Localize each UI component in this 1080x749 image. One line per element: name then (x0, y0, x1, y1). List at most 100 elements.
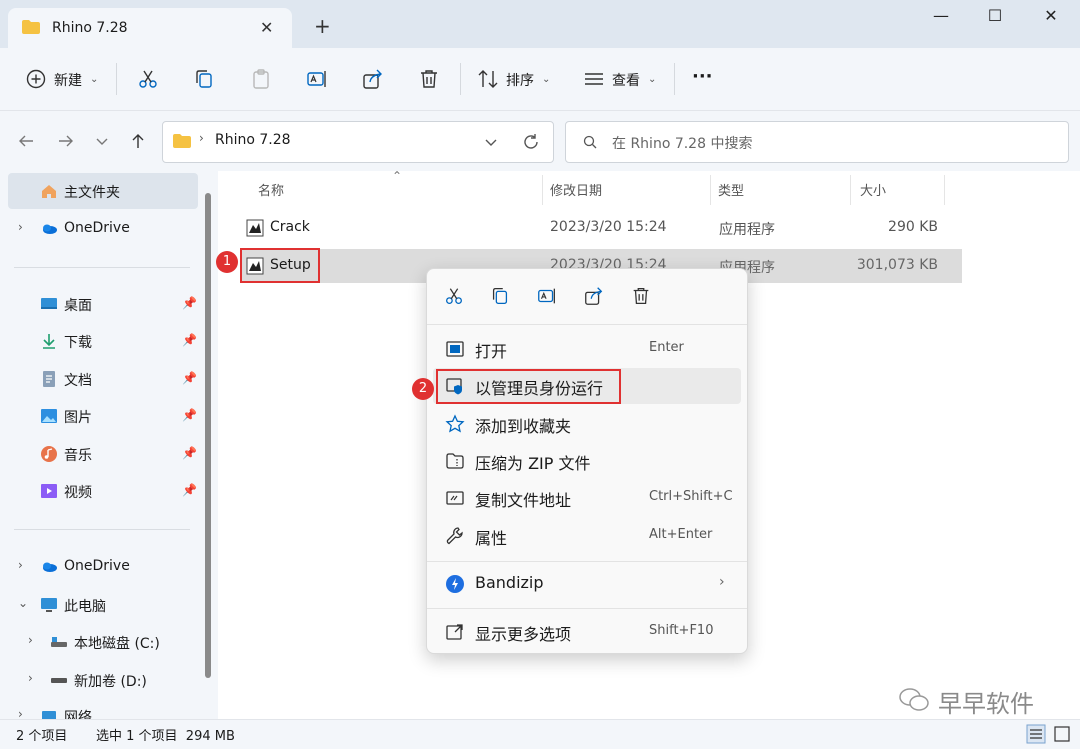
sidebar-item-onedrive[interactable]: › OneDrive (8, 211, 198, 247)
sidebar-item-videos[interactable]: 视频 📌 (8, 473, 198, 509)
item-count: 2 个项目 (16, 729, 68, 744)
view-icon[interactable] (582, 67, 606, 91)
more-options-icon[interactable]: ··· (692, 66, 713, 87)
cut-icon[interactable] (136, 67, 160, 91)
bandizip-icon (446, 575, 464, 593)
menu-item-properties[interactable]: 属性 Alt+Enter (433, 518, 741, 554)
sidebar-item-drive-c[interactable]: › 本地磁盘 (C:) (8, 624, 198, 660)
column-divider[interactable] (944, 175, 945, 205)
back-arrow-icon[interactable] (16, 131, 36, 151)
view-chevron-icon[interactable]: ⌄ (648, 74, 656, 85)
menu-item-zip[interactable]: 压缩为 ZIP 文件 (433, 443, 741, 479)
close-button[interactable]: ✕ (1028, 6, 1074, 32)
step-marker-1: 1 (216, 251, 238, 273)
sidebar-item-music[interactable]: 音乐 📌 (8, 436, 198, 472)
folder-icon (173, 134, 191, 148)
tab-close-icon[interactable]: ✕ (260, 18, 273, 37)
share-icon[interactable] (361, 67, 385, 91)
maximize-button[interactable]: ☐ (972, 6, 1018, 32)
cut-icon[interactable] (443, 285, 465, 307)
breadcrumb[interactable]: Rhino 7.28 (215, 132, 291, 148)
view-button[interactable]: 查看 (612, 70, 640, 90)
delete-icon[interactable] (630, 285, 652, 307)
pin-icon[interactable]: 📌 (182, 408, 197, 422)
menu-item-copy-path[interactable]: 复制文件地址 Ctrl+Shift+C (433, 480, 741, 516)
pin-icon[interactable]: 📌 (182, 446, 197, 460)
sort-button[interactable]: 排序 (506, 70, 534, 90)
plus-circle-icon[interactable] (24, 67, 48, 91)
menu-separator (427, 324, 747, 325)
column-divider[interactable] (710, 175, 711, 205)
share-icon[interactable] (583, 285, 605, 307)
expand-chevron-icon[interactable]: › (18, 220, 23, 234)
minimize-button[interactable]: — (918, 6, 964, 32)
details-view-icon[interactable] (1026, 724, 1046, 744)
column-divider[interactable] (542, 175, 543, 205)
address-bar[interactable]: › Rhino 7.28 (162, 121, 554, 163)
menu-item-more-options[interactable]: 显示更多选项 Shift+F10 (433, 614, 741, 650)
sidebar-item-this-pc[interactable]: ⌄ 此电脑 (8, 587, 198, 623)
collapse-chevron-icon[interactable]: ⌄ (18, 596, 28, 610)
sidebar-item-label: 文档 (64, 373, 92, 389)
menu-item-label: 属性 (475, 529, 508, 548)
sidebar-item-pictures[interactable]: 图片 📌 (8, 398, 198, 434)
sidebar-item-network[interactable]: › 网络 (8, 698, 198, 719)
watermark-text: 早早软件 (938, 690, 1034, 718)
address-history-icon[interactable] (483, 134, 499, 150)
rename-icon[interactable] (536, 285, 558, 307)
expand-chevron-icon[interactable]: › (28, 633, 33, 647)
table-row[interactable]: Crack 2023/3/20 15:24 应用程序 290 KB (240, 211, 962, 245)
column-header-size[interactable]: 大小 (860, 180, 886, 199)
sidebar-scrollbar[interactable] (205, 193, 211, 678)
breadcrumb-chevron-icon[interactable]: › (199, 131, 204, 145)
pin-icon[interactable]: 📌 (182, 296, 197, 310)
paste-icon[interactable] (249, 67, 273, 91)
refresh-icon[interactable] (521, 132, 541, 152)
recent-chevron-icon[interactable] (94, 133, 110, 149)
status-bar: 2 个项目 选中 1 个项目 294 MB (0, 719, 1080, 749)
sort-chevron-icon[interactable]: ⌄ (542, 74, 550, 85)
sidebar-item-drive-d[interactable]: › 新加卷 (D:) (8, 662, 198, 698)
tiles-view-icon[interactable] (1052, 724, 1072, 744)
menu-item-open[interactable]: 打开 Enter (433, 331, 741, 367)
column-header-name[interactable]: 名称 (258, 180, 284, 199)
menu-item-bandizip[interactable]: Bandizip › (433, 566, 741, 602)
expand-chevron-icon[interactable]: › (18, 558, 23, 572)
up-arrow-icon[interactable] (128, 131, 148, 151)
sidebar-item-label: 下载 (64, 335, 92, 351)
pin-icon[interactable]: 📌 (182, 333, 197, 347)
copy-icon[interactable] (192, 67, 216, 91)
sidebar-item-desktop[interactable]: 桌面 📌 (8, 286, 198, 322)
rename-icon[interactable] (305, 67, 329, 91)
sidebar-item-onedrive[interactable]: › OneDrive (8, 549, 198, 585)
menu-shortcut: Enter (649, 340, 684, 355)
sort-icon[interactable] (476, 67, 500, 91)
home-icon (42, 185, 56, 198)
new-button[interactable]: 新建 (54, 70, 82, 90)
column-divider[interactable] (850, 175, 851, 205)
new-tab-button[interactable]: + (314, 16, 331, 36)
forward-arrow-icon[interactable] (56, 131, 76, 151)
sidebar-item-home[interactable]: 主文件夹 (8, 173, 198, 209)
menu-item-label: Bandizip (475, 573, 544, 592)
expand-chevron-icon[interactable]: › (28, 671, 33, 685)
command-bar: 新建 ⌄ 排序 ⌄ 查看 ⌄ ··· (0, 48, 1080, 111)
expand-chevron-icon[interactable]: › (18, 707, 23, 719)
search-input[interactable]: 在 Rhino 7.28 中搜索 (612, 133, 752, 153)
menu-item-add-favorite[interactable]: 添加到收藏夹 (433, 406, 741, 442)
column-header-modified[interactable]: 修改日期 (550, 180, 602, 199)
music-icon (41, 446, 57, 462)
tab-rhino[interactable]: Rhino 7.28 ✕ (8, 8, 292, 48)
pin-icon[interactable]: 📌 (182, 483, 197, 497)
column-header-type[interactable]: 类型 (718, 180, 744, 199)
pin-icon[interactable]: 📌 (182, 371, 197, 385)
sidebar-item-downloads[interactable]: 下载 📌 (8, 323, 198, 359)
folder-icon (22, 20, 40, 34)
menu-shortcut: Ctrl+Shift+C (649, 489, 733, 504)
search-box[interactable]: 在 Rhino 7.28 中搜索 (565, 121, 1069, 163)
copy-icon[interactable] (489, 285, 511, 307)
toolbar-divider (460, 63, 461, 95)
sidebar-item-documents[interactable]: 文档 📌 (8, 361, 198, 397)
new-chevron-icon[interactable]: ⌄ (90, 74, 98, 85)
delete-icon[interactable] (417, 67, 441, 91)
